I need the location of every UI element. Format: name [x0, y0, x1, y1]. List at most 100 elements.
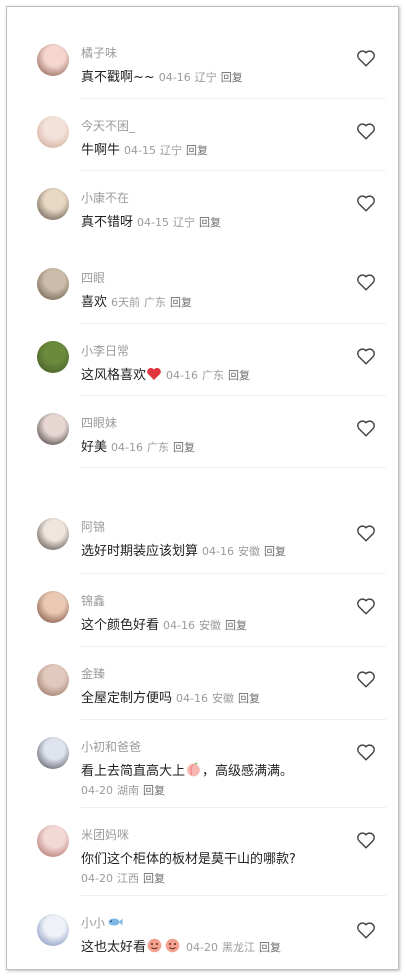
reply-button[interactable]: 回复	[186, 144, 208, 157]
comment-date: 04-16	[111, 441, 143, 454]
comment-date: 04-16	[176, 692, 208, 705]
avatar[interactable]	[37, 591, 69, 623]
fish-emoji-icon	[108, 918, 123, 926]
comment-line: 真不戳啊~~ 04-16 辽宁 回复	[81, 66, 243, 85]
comment-line: 牛啊牛 04-15 辽宁 回复	[81, 139, 208, 158]
reply-button[interactable]: 回复	[143, 784, 165, 797]
comment-date: 04-20	[186, 941, 218, 954]
red-heart-emoji-icon	[147, 367, 161, 380]
comment-line: 看上去简直高大上 ，高级感满满。	[81, 760, 293, 779]
comment-text: 喜欢	[81, 295, 108, 310]
comment-item: 锦鑫 这个颜色好看 04-16 安徽 回复	[7, 574, 398, 647]
reply-button[interactable]: 回复	[199, 216, 221, 229]
reply-button[interactable]: 回复	[238, 692, 260, 705]
username[interactable]: 小小	[81, 914, 123, 931]
comment-region: 江西	[116, 872, 139, 885]
username[interactable]: 四眼	[81, 269, 105, 286]
avatar[interactable]	[37, 44, 69, 76]
peach-emoji-icon	[187, 762, 200, 777]
comment-item: 小康不在 真不错呀 04-15 辽宁 回复	[7, 171, 398, 249]
reply-button[interactable]: 回复	[228, 369, 250, 382]
username[interactable]: 锦鑫	[81, 592, 105, 609]
comment-region: 广东	[144, 296, 167, 309]
comment-line: 全屋定制方便吗 04-16 安徽 回复	[81, 687, 260, 706]
like-heart-icon[interactable]	[355, 668, 377, 690]
username[interactable]: 小初和爸爸	[81, 738, 141, 755]
comment-date: 04-15	[124, 144, 156, 157]
comment-item: 米团妈咪 你们这个柜体的板材是莫干山的哪款? 04-20 江西 回复	[7, 808, 398, 896]
comment-region: 安徽	[198, 619, 221, 632]
avatar[interactable]	[37, 413, 69, 445]
comment-date: 04-16	[163, 619, 195, 632]
username[interactable]: 橘子味	[81, 44, 117, 61]
like-heart-icon[interactable]	[355, 192, 377, 214]
comment-line: 真不错呀 04-15 辽宁 回复	[81, 211, 221, 230]
reply-button[interactable]: 回复	[264, 545, 286, 558]
avatar[interactable]	[37, 737, 69, 769]
comment-region: 黑龙江	[221, 941, 255, 954]
comment-meta: 04-20 江西 回复	[81, 870, 165, 886]
like-heart-icon[interactable]	[355, 345, 377, 367]
username[interactable]: 小李日常	[81, 342, 129, 359]
like-heart-icon[interactable]	[355, 47, 377, 69]
like-heart-icon[interactable]	[355, 120, 377, 142]
reply-button[interactable]: 回复	[170, 296, 192, 309]
username[interactable]: 阿锦	[81, 518, 105, 535]
comment-text: 全屋定制方便吗	[81, 691, 173, 706]
comment-item: 小李日常 这风格喜欢 04-16 广东 回复	[7, 324, 398, 396]
username[interactable]: 今天不困_	[81, 117, 135, 134]
comment-date: 04-15	[137, 216, 169, 229]
comment-region: 辽宁	[172, 216, 195, 229]
avatar[interactable]	[37, 268, 69, 300]
comment-date: 04-16	[158, 71, 191, 84]
comment-text: 真不戳啊~~	[81, 70, 155, 85]
comment-text: 这风格喜欢	[81, 368, 147, 383]
comment-item: 金臻 全屋定制方便吗 04-16 安徽 回复	[7, 647, 398, 720]
comment-date: 6天前	[111, 296, 141, 309]
comment-text: 真不错呀	[81, 215, 134, 230]
comment-line: 好美 04-16 广东 回复	[81, 436, 195, 455]
reply-button[interactable]: 回复	[173, 441, 195, 454]
username[interactable]: 小康不在	[81, 189, 129, 206]
comment-region: 安徽	[237, 545, 260, 558]
comment-item: 今天不困_ 牛啊牛 04-15 辽宁 回复	[7, 99, 398, 171]
comment-line: 这个颜色好看 04-16 安徽 回复	[81, 614, 247, 633]
avatar[interactable]	[37, 341, 69, 373]
username[interactable]: 米团妈咪	[81, 826, 129, 843]
comment-region: 辽宁	[159, 144, 182, 157]
avatar[interactable]	[37, 188, 69, 220]
like-heart-icon[interactable]	[355, 919, 377, 941]
reply-button[interactable]: 回复	[225, 619, 247, 632]
comment-text: 你们这个柜体的板材是莫干山的哪款?	[81, 852, 296, 867]
comment-date: 04-16	[166, 369, 198, 382]
avatar[interactable]	[37, 518, 69, 550]
like-heart-icon[interactable]	[355, 522, 377, 544]
comment-text: 看上去简直高大上	[81, 764, 186, 779]
comment-line: 喜欢 6天前 广东 回复	[81, 291, 192, 310]
comment-item: 小初和爸爸 看上去简直高大上 ，高级感满满。 04-20 湖南 回复	[7, 720, 398, 808]
comment-region: 广东	[146, 441, 169, 454]
comment-region: 安徽	[211, 692, 234, 705]
like-heart-icon[interactable]	[355, 829, 377, 851]
reply-button[interactable]: 回复	[143, 872, 165, 885]
comment-text-suffix: ，高级感满满。	[202, 764, 294, 779]
avatar[interactable]	[37, 664, 69, 696]
avatar[interactable]	[37, 825, 69, 857]
like-heart-icon[interactable]	[355, 741, 377, 763]
like-heart-icon[interactable]	[355, 595, 377, 617]
comment-meta: 04-20 湖南 回复	[81, 782, 165, 798]
like-heart-icon[interactable]	[355, 417, 377, 439]
comment-text: 这个颜色好看	[81, 618, 160, 633]
username[interactable]: 四眼妹	[81, 414, 117, 431]
like-heart-icon[interactable]	[355, 271, 377, 293]
comment-item: 小小 这也太好看 04-20 黑龙江 回复	[7, 896, 398, 969]
reply-button[interactable]: 回复	[259, 941, 281, 954]
username[interactable]: 金臻	[81, 665, 105, 682]
comment-region: 辽宁	[194, 71, 217, 84]
username-text: 小小	[81, 916, 106, 930]
avatar[interactable]	[37, 116, 69, 148]
avatar[interactable]	[37, 914, 69, 946]
reply-button[interactable]: 回复	[221, 71, 243, 84]
comment-item: 四眼 喜欢 6天前 广东 回复	[7, 249, 398, 324]
comment-date: 04-20	[81, 872, 113, 885]
